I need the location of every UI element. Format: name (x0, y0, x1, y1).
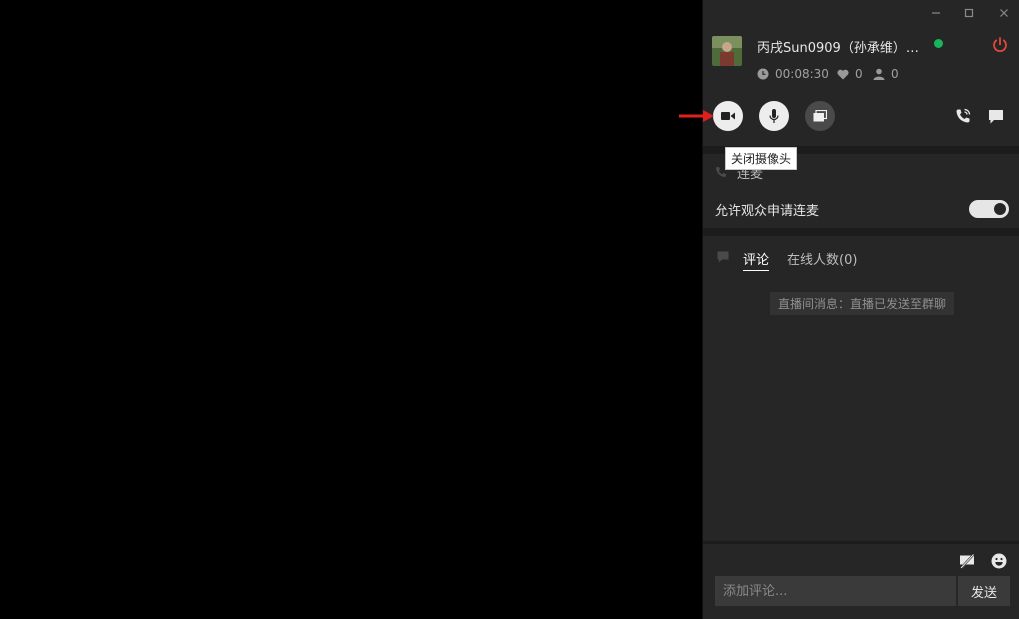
screen-share-button[interactable] (805, 101, 835, 131)
mic-connect-button[interactable] (954, 107, 972, 125)
allow-mic-request-label: 允许观众申请连麦 (715, 204, 820, 219)
clock-icon (757, 68, 769, 80)
person-icon (873, 68, 885, 80)
heart-icon (837, 69, 849, 79)
hide-comment-icon (960, 553, 975, 569)
duration-stat: 00:08:30 (757, 66, 829, 82)
likes-stat: 0 (837, 66, 863, 82)
comment-footer: 发送 (703, 541, 1019, 619)
emoji-button[interactable] (990, 552, 1008, 570)
section-divider (703, 228, 1019, 236)
live-title: 丙戌Sun0909（孙承维）的直播 (757, 41, 929, 56)
avatar (712, 36, 742, 66)
viewers-stat: 0 (873, 66, 899, 82)
video-preview (0, 0, 702, 619)
toggle-knob (994, 203, 1006, 215)
smiley-icon (991, 553, 1007, 569)
power-icon (993, 37, 1007, 52)
likes-value: 0 (855, 67, 863, 81)
hide-comments-button[interactable] (958, 552, 976, 570)
microphone-toggle-button[interactable] (759, 101, 789, 131)
end-live-button[interactable] (991, 36, 1009, 54)
allow-mic-request-toggle[interactable] (969, 200, 1009, 218)
windows-icon (813, 110, 827, 122)
tab-online-count[interactable]: 在线人数(0) (787, 249, 857, 268)
camera-toggle-button[interactable] (713, 101, 743, 131)
camera-tooltip: 关闭摄像头 (725, 147, 798, 170)
tab-comments[interactable]: 评论 (743, 249, 770, 271)
live-header: 丙戌Sun0909（孙承维）的直播 00:08:30 0 0 (703, 0, 1019, 146)
chat-bubble-icon (989, 109, 1003, 123)
comments-section: 评论 在线人数(0) 直播间消息：直播已发送至群聊 (703, 236, 1019, 541)
viewers-value: 0 (891, 67, 899, 81)
microphone-icon (769, 109, 779, 123)
send-button[interactable]: 发送 (957, 576, 1010, 606)
live-panel: 丙戌Sun0909（孙承维）的直播 00:08:30 0 0 连麦 允许观众申请… (702, 0, 1019, 619)
comment-input[interactable] (715, 576, 956, 606)
video-camera-icon (721, 112, 735, 120)
red-arrow-annotation (679, 110, 714, 122)
live-status-dot (934, 39, 943, 48)
phone-call-icon (956, 108, 971, 123)
system-message: 直播间消息：直播已发送至群聊 (770, 292, 954, 315)
chat-button[interactable] (987, 107, 1005, 125)
duration-value: 00:08:30 (775, 67, 829, 81)
comment-icon (717, 251, 729, 263)
